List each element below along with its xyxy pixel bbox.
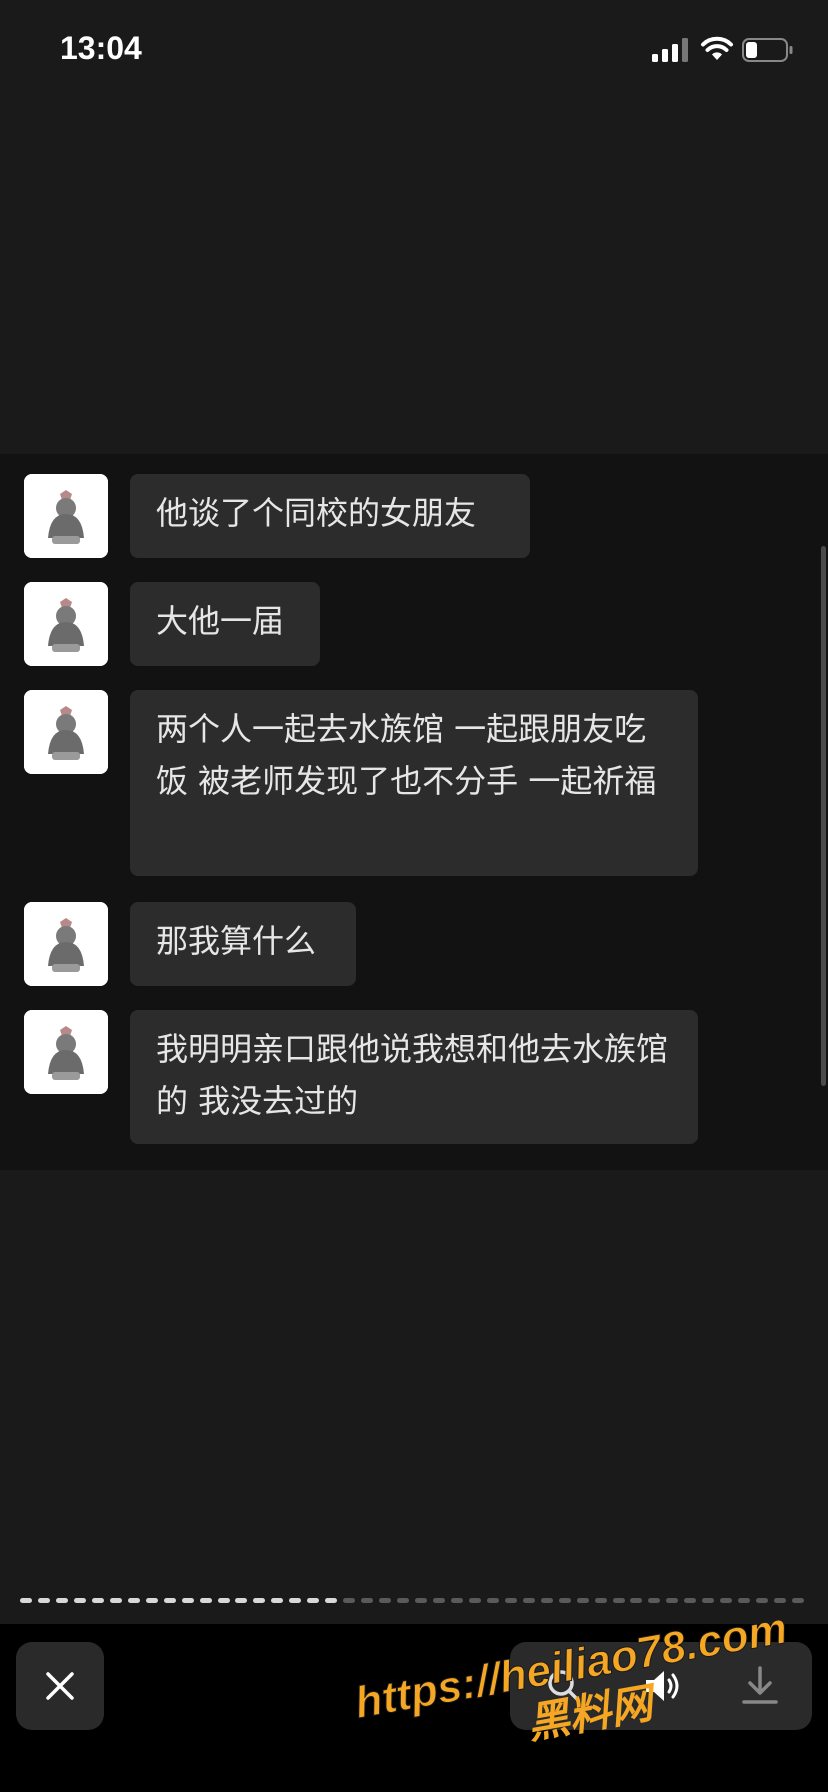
avatar-image <box>24 474 108 558</box>
chat-screenshot: 他谈了个同校的女朋友 大他一届 两个人一起去水族馆 一起跟朋友吃饭 被老师发现了 <box>0 454 828 1170</box>
scrollbar[interactable] <box>821 546 826 1086</box>
progress-segment <box>109 1598 122 1603</box>
avatar <box>24 582 108 666</box>
progress-segment <box>235 1598 248 1603</box>
progress-segment <box>127 1598 140 1603</box>
progress-segment <box>37 1598 50 1603</box>
message-bubble: 那我算什么 <box>130 902 356 986</box>
cellular-signal-icon <box>652 38 688 62</box>
progress-segment <box>145 1598 158 1603</box>
progress-segment <box>20 1598 32 1603</box>
close-icon <box>46 1672 74 1700</box>
avatar-image <box>24 902 108 986</box>
progress-segment <box>289 1598 302 1603</box>
progress-segment <box>163 1598 176 1603</box>
watermark-logo: https://heiliao78.com 黑料网 <box>351 1603 792 1747</box>
progress-segment <box>217 1598 230 1603</box>
avatar-image <box>24 582 108 666</box>
avatar <box>24 902 108 986</box>
avatar <box>24 690 108 774</box>
avatar <box>24 1010 108 1094</box>
avatar <box>24 474 108 558</box>
message-bubble: 两个人一起去水族馆 一起跟朋友吃饭 被老师发现了也不分手 一起祈福 <box>130 690 698 876</box>
progress-segment <box>73 1598 86 1603</box>
progress-segment <box>271 1598 284 1603</box>
progress-segment <box>55 1598 68 1603</box>
message-bubble: 我明明亲口跟他说我想和他去水族馆的 我没去过的 <box>130 1010 698 1144</box>
message-bubble: 大他一届 <box>130 582 320 666</box>
status-bar: 13:04 <box>0 0 828 100</box>
progress-segment <box>199 1598 212 1603</box>
watermark: https://heiliao78.com 黑料网 <box>350 1600 820 1750</box>
progress-segment <box>307 1598 320 1603</box>
wifi-icon <box>701 36 733 60</box>
progress-segment <box>253 1598 266 1603</box>
message-bubble: 他谈了个同校的女朋友 <box>130 474 530 558</box>
close-button[interactable] <box>16 1642 104 1730</box>
avatar-image <box>24 1010 108 1094</box>
status-time: 13:04 <box>60 30 142 66</box>
progress-segment <box>181 1598 194 1603</box>
avatar-image <box>24 690 108 774</box>
battery-icon <box>742 38 793 62</box>
progress-segment <box>325 1598 338 1603</box>
progress-segment <box>91 1598 104 1603</box>
